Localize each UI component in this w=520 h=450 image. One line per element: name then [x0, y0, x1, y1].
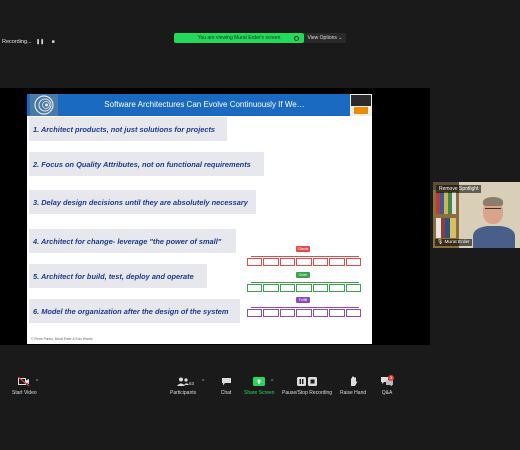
- qa-badge: 3: [388, 375, 394, 381]
- pause-stop-recording-button[interactable]: Pause/Stop Recording: [282, 376, 332, 396]
- participant-video[interactable]: Remove Spotlight 🎙︎ Murat Erder: [433, 182, 520, 248]
- start-video-label: Start Video: [12, 390, 37, 396]
- slide-point-4: 4. Architect for change- leverage "the p…: [29, 229, 236, 253]
- diagram-label-clients: Clients: [296, 246, 310, 252]
- book-cover-icon: [350, 94, 372, 116]
- viewing-screen-banner: You are viewing Murat Erder's screen: [174, 33, 304, 43]
- slide-footer: © Pierre Pureur, Murat Erder & Eoin Wood…: [31, 337, 93, 341]
- video-options-caret[interactable]: ^: [36, 379, 38, 385]
- share-screen-icon: [252, 376, 266, 386]
- slide-point-1: 1. Architect products, not just solution…: [29, 117, 227, 141]
- slide-header: Software Architectures Can Evolve Contin…: [27, 94, 372, 116]
- video-off-icon: [17, 376, 31, 386]
- diagram-label-order: Order: [296, 272, 310, 278]
- participants-button[interactable]: Participants: [170, 376, 196, 396]
- raise-hand-button[interactable]: Raise Hand: [340, 376, 366, 396]
- slide-point-3: 3. Delay design decisions until they are…: [29, 190, 256, 214]
- view-options-label: View Options: [307, 35, 337, 41]
- recording-label: Recording...: [2, 39, 32, 45]
- chat-button[interactable]: Chat: [219, 376, 233, 396]
- presentation-slide: Software Architectures Can Evolve Contin…: [27, 94, 372, 344]
- pause-stop-recording-label: Pause/Stop Recording: [282, 390, 333, 396]
- recording-indicator: Recording... ❚❚ ■: [2, 38, 58, 46]
- diagram-row-clients: [247, 258, 361, 267]
- participants-count: 63: [189, 381, 195, 386]
- organization-diagram: Clients Order Fulfill: [245, 244, 365, 324]
- participants-label: Participants: [170, 390, 197, 396]
- pause-stop-icon: [296, 376, 318, 386]
- diagram-row-fulfill: [247, 309, 361, 318]
- slide-point-6: 6. Model the organization after the desi…: [29, 299, 240, 323]
- raise-hand-label: Raise Hand: [340, 390, 367, 396]
- people-icon: [176, 376, 190, 386]
- diagram-label-fulfill: Fulfill: [296, 297, 310, 303]
- hand-icon: [346, 376, 360, 386]
- chevron-down-icon: ⌄: [338, 35, 343, 41]
- share-screen-button[interactable]: Share Screen: [244, 376, 275, 396]
- slide-point-5: 5. Architect for build, test, deploy and…: [29, 264, 207, 288]
- slide-point-2: 2. Focus on Quality Attributes, not on f…: [29, 152, 264, 176]
- remove-spotlight-button[interactable]: Remove Spotlight: [436, 185, 482, 193]
- stop-recording-icon[interactable]: ■: [49, 38, 58, 46]
- view-options-button[interactable]: View Options ⌄: [304, 33, 346, 43]
- spiral-logo-icon: [30, 94, 58, 116]
- participants-options-caret[interactable]: ^: [202, 379, 204, 385]
- chat-label: Chat: [220, 390, 232, 396]
- slide-title: Software Architectures Can Evolve Contin…: [104, 100, 305, 109]
- share-screen-label: Share Screen: [244, 390, 275, 396]
- share-options-caret[interactable]: ^: [271, 379, 273, 385]
- mic-muted-icon: 🎙︎: [437, 240, 444, 245]
- chat-bubble-icon: [219, 376, 233, 386]
- participant-name-tag: 🎙︎ Murat Erder: [435, 239, 472, 246]
- viewing-screen-text: You are viewing Murat Erder's screen: [197, 35, 281, 41]
- pause-recording-icon[interactable]: ❚❚: [36, 38, 45, 46]
- participant-name: Murat Erder: [444, 240, 470, 245]
- banner-status-icon: [294, 35, 299, 41]
- qa-label: Q&A: [381, 390, 393, 396]
- diagram-row-order: [247, 284, 361, 293]
- start-video-button[interactable]: Start Video: [12, 376, 37, 396]
